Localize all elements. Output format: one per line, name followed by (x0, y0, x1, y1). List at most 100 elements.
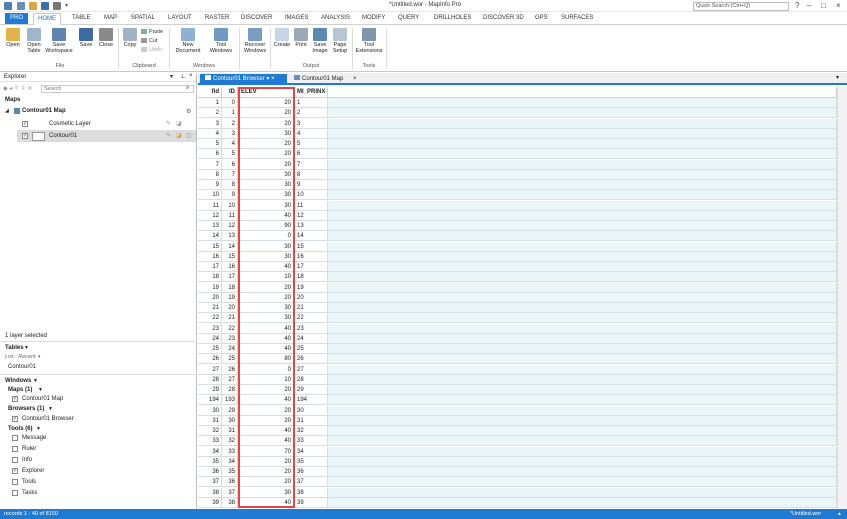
tables-dropdown-icon[interactable]: ▼ (24, 345, 29, 351)
table-row[interactable]: 22 21 30 22 (198, 313, 847, 324)
cell-mi-prinx[interactable]: 21 (295, 303, 328, 313)
tab-menu-icon[interactable]: ▾ (266, 76, 269, 82)
cell-id[interactable]: 4 (222, 139, 238, 149)
cut-button[interactable]: Cut (141, 38, 158, 44)
save-button[interactable]: Save (77, 28, 95, 48)
tool-label[interactable]: Explorer (22, 468, 44, 474)
maps-dropdown-icon[interactable]: ▼ (38, 387, 43, 393)
table-row[interactable]: 39 38 40 39 (198, 497, 847, 508)
cell-fid[interactable]: 32 (198, 426, 222, 436)
cell-fid[interactable]: 4 (198, 128, 222, 139)
cell-id[interactable]: 38 (222, 497, 238, 508)
layer-options-icon[interactable]: ◫ (186, 132, 192, 139)
cell-id[interactable]: 15 (222, 251, 238, 262)
tab-spatial[interactable]: SPATIAL (131, 14, 155, 23)
cosmetic-layer-checkbox[interactable]: ✓ (22, 121, 28, 127)
cell-mi-prinx[interactable]: 28 (295, 374, 328, 385)
tool-windows-button[interactable]: Tool Windows (206, 28, 236, 54)
cell-id[interactable]: 26 (222, 364, 238, 375)
help-icon[interactable]: ? (795, 1, 799, 10)
cell-fid[interactable]: 36 (198, 467, 222, 477)
new-document-button[interactable]: New Document (171, 28, 205, 54)
table-row[interactable]: 15 14 30 15 (198, 241, 847, 252)
page-setup-button[interactable]: Page Setup (330, 28, 350, 54)
cell-mi-prinx[interactable]: 27 (295, 364, 328, 375)
cell-id[interactable]: 10 (222, 200, 238, 211)
table-row[interactable]: 1 0 20 1 (198, 98, 847, 108)
table-row[interactable]: 34 33 70 34 (198, 446, 847, 457)
tab-contour-browser[interactable]: Contour01 Browser ▾ × (200, 74, 287, 85)
cell-mi-prinx[interactable]: 25 (295, 344, 328, 354)
recover-windows-button[interactable]: Recover Windows (241, 28, 269, 54)
table-row[interactable]: 16 15 30 16 (198, 251, 847, 262)
save-image-button[interactable]: Save Image (311, 28, 329, 54)
cell-mi-prinx[interactable]: 26 (295, 354, 328, 365)
table-row[interactable]: 8 7 30 8 (198, 169, 847, 180)
cell-elev[interactable]: 80 (238, 354, 295, 365)
cell-fid[interactable]: 24 (198, 333, 222, 344)
tab-close-icon[interactable]: × (271, 76, 275, 82)
cell-elev[interactable]: 30 (238, 241, 295, 252)
cell-fid[interactable]: 13 (198, 221, 222, 231)
cell-fid[interactable]: 3 (198, 118, 222, 129)
cell-id[interactable]: 193 (222, 395, 238, 406)
cell-id[interactable]: 27 (222, 374, 238, 385)
table-row[interactable]: 24 23 40 24 (198, 333, 847, 344)
tabs-overflow-icon[interactable]: ▾ (836, 74, 839, 81)
cell-elev[interactable]: 40 (238, 436, 295, 447)
cell-id[interactable]: 33 (222, 446, 238, 457)
cell-fid[interactable]: 194 (198, 395, 222, 406)
cell-fid[interactable]: 21 (198, 303, 222, 313)
qat-dropdown-icon[interactable]: ▾ (65, 2, 73, 10)
cell-id[interactable]: 30 (222, 415, 238, 426)
cell-fid[interactable]: 11 (198, 200, 222, 211)
tab-surfaces[interactable]: SURFACES (561, 14, 593, 23)
cell-mi-prinx[interactable]: 10 (295, 190, 328, 201)
table-row[interactable]: 31 30 20 31 (198, 415, 847, 426)
cell-id[interactable]: 19 (222, 292, 238, 303)
cell-elev[interactable]: 20 (238, 415, 295, 426)
cell-elev[interactable]: 20 (238, 385, 295, 395)
windows-dropdown-icon[interactable]: ▼ (33, 378, 38, 384)
map-window-label[interactable]: Contour01 Map (22, 396, 63, 402)
cell-fid[interactable]: 19 (198, 282, 222, 293)
table-row[interactable]: 12 11 40 12 (198, 210, 847, 221)
cell-mi-prinx[interactable]: 35 (295, 456, 328, 467)
cell-id[interactable]: 8 (222, 180, 238, 190)
explorer-search-input[interactable]: Search (41, 85, 194, 93)
save-icon[interactable] (41, 2, 49, 10)
cell-id[interactable]: 34 (222, 456, 238, 467)
copy-button[interactable]: Copy (121, 28, 139, 48)
cell-fid[interactable]: 5 (198, 139, 222, 149)
cell-id[interactable]: 25 (222, 354, 238, 365)
print-button[interactable]: Print (292, 28, 310, 48)
cell-fid[interactable]: 20 (198, 292, 222, 303)
cell-id[interactable]: 12 (222, 221, 238, 231)
cell-elev[interactable]: 10 (238, 272, 295, 283)
cell-mi-prinx[interactable]: 3 (295, 118, 328, 129)
cell-elev[interactable]: 20 (238, 118, 295, 129)
table-row[interactable]: 18 17 10 18 (198, 272, 847, 283)
cell-elev[interactable]: 20 (238, 456, 295, 467)
cell-fid[interactable]: 16 (198, 251, 222, 262)
cell-elev[interactable]: 20 (238, 282, 295, 293)
cell-mi-prinx[interactable]: 20 (295, 292, 328, 303)
table-row[interactable]: 30 29 20 30 (198, 405, 847, 416)
cell-mi-prinx[interactable]: 30 (295, 405, 328, 416)
cell-elev[interactable]: 30 (238, 303, 295, 313)
tab-layout[interactable]: LAYOUT (168, 14, 192, 23)
table-row[interactable]: 19 18 20 19 (198, 282, 847, 293)
cell-id[interactable]: 3 (222, 128, 238, 139)
layer-style-icon[interactable]: ◪ (176, 132, 182, 139)
cell-mi-prinx[interactable]: 8 (295, 169, 328, 180)
tab-home[interactable]: HOME (33, 13, 61, 25)
cell-mi-prinx[interactable]: 34 (295, 446, 328, 457)
table-row[interactable]: 32 31 40 32 (198, 426, 847, 436)
browser-window-label[interactable]: Contour01 Browser (22, 416, 74, 422)
cell-id[interactable]: 13 (222, 231, 238, 242)
cell-fid[interactable]: 2 (198, 108, 222, 119)
cell-id[interactable]: 2 (222, 118, 238, 129)
cell-elev[interactable]: 30 (238, 190, 295, 201)
cell-elev[interactable]: 30 (238, 128, 295, 139)
tool-label[interactable]: Message (22, 435, 46, 441)
